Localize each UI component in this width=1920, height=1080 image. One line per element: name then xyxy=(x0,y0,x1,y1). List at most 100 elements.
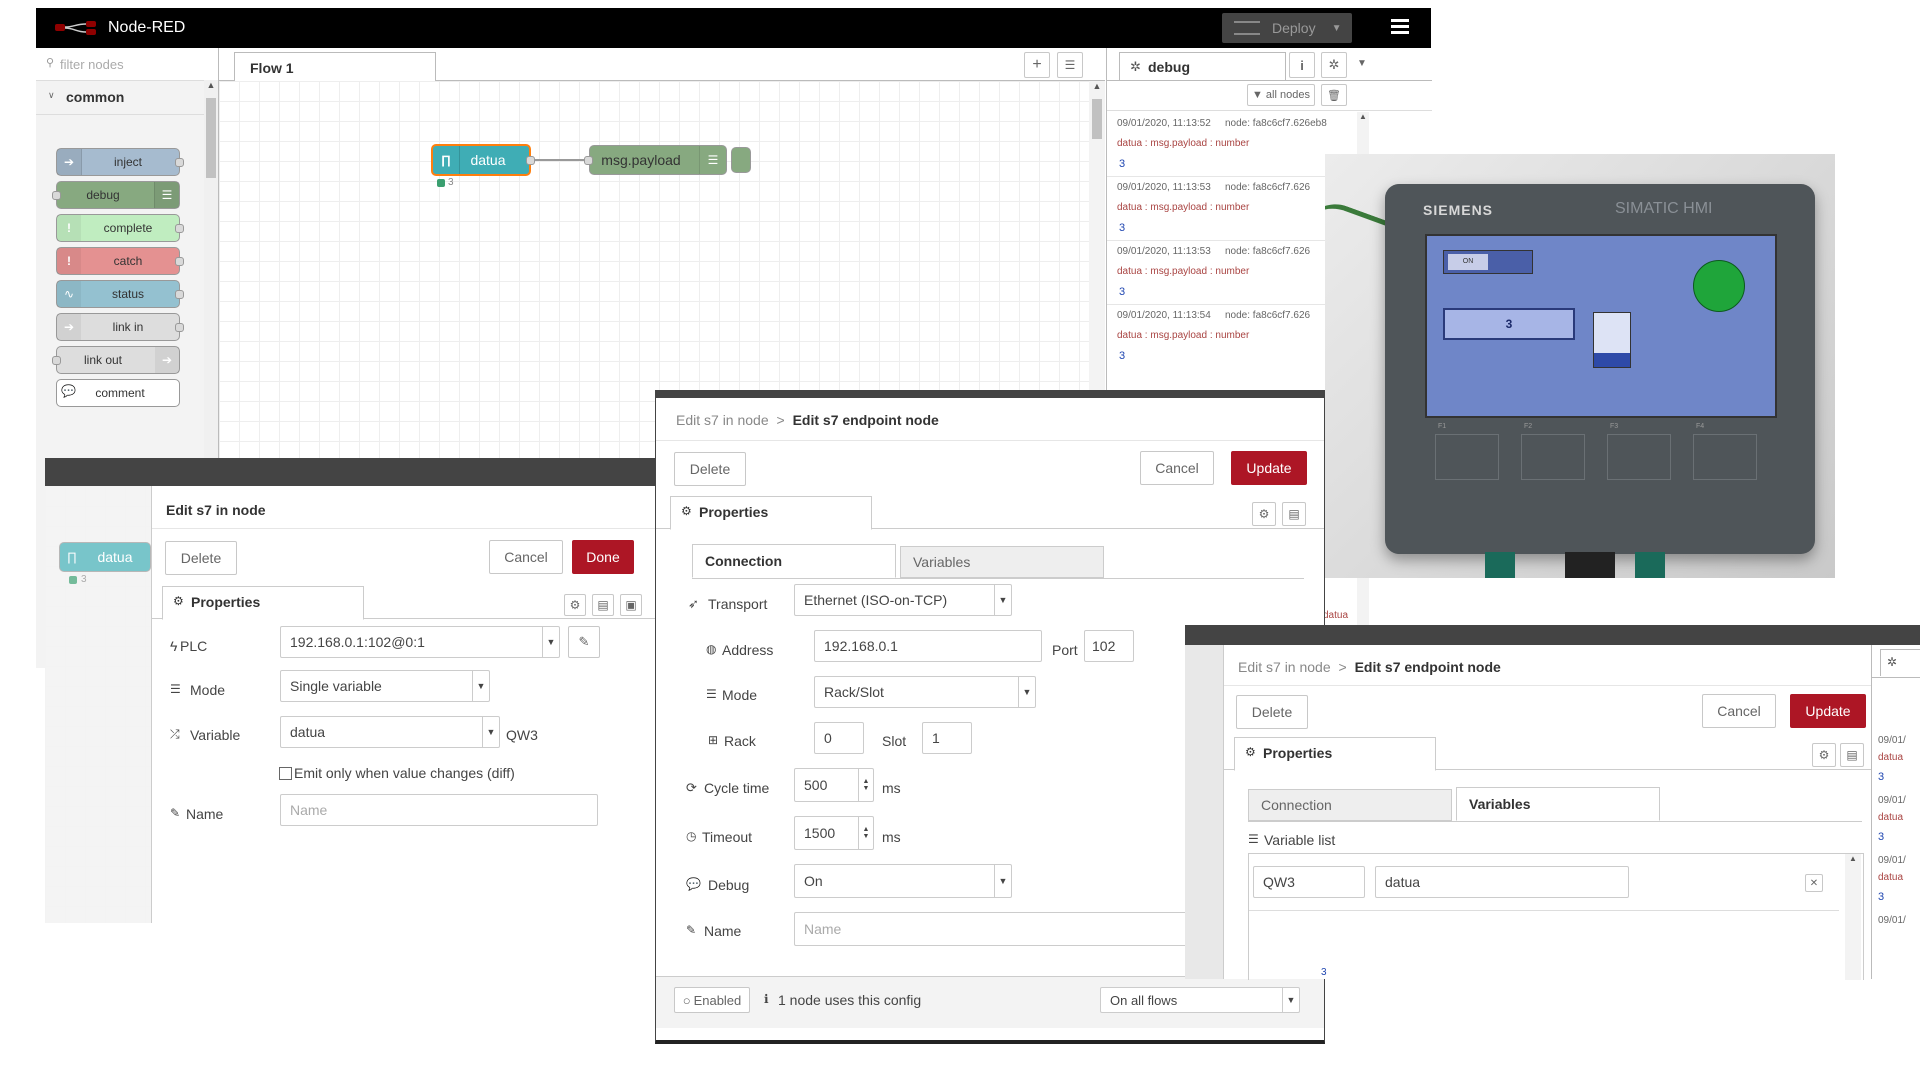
flow-list-button[interactable]: ☰ xyxy=(1057,52,1083,78)
debug-node-id: node: fa8c6cf7.626eb8 xyxy=(1225,118,1327,129)
mode-select[interactable]: Single variable ▼ xyxy=(280,670,490,702)
debug-tab[interactable]: ✲ debug xyxy=(1119,52,1286,81)
remove-variable-button[interactable]: ✕ xyxy=(1805,874,1823,892)
delete-button[interactable]: Delete xyxy=(165,541,237,575)
tray-title: Edit s7 in node xyxy=(166,502,266,518)
delete-button[interactable]: Delete xyxy=(674,452,746,486)
cycle-time-spinner[interactable]: 500 ▲ ▼ xyxy=(794,768,874,802)
scroll-up-icon[interactable]: ▲ xyxy=(1089,81,1105,91)
node-status-dot xyxy=(437,179,445,187)
palette-node-status[interactable]: ∿ status xyxy=(56,280,184,308)
tab-connection[interactable]: Connection xyxy=(1248,789,1452,821)
debug-message[interactable]: 09/01/2020, 11:13:52 node: fa8c6cf7.626e… xyxy=(1107,118,1327,176)
variable-address-input[interactable]: QW3 xyxy=(1253,866,1365,898)
add-flow-button[interactable]: + xyxy=(1024,52,1050,78)
palette-node-complete[interactable]: ! complete xyxy=(56,214,184,242)
flow-node-debug[interactable]: msg.payload ☰ xyxy=(584,145,727,175)
enabled-toggle[interactable]: ○ Enabled xyxy=(674,987,750,1013)
gear-icon: ⚙ xyxy=(681,504,692,518)
hmi-key-f4: F4 xyxy=(1693,423,1757,480)
description-icon-button[interactable]: ▤ xyxy=(1282,502,1306,526)
timeout-value: 1500 xyxy=(804,825,836,841)
palette-node-inject[interactable]: ➔ inject xyxy=(56,148,184,176)
cancel-button[interactable]: Cancel xyxy=(1140,451,1214,485)
deploy-button[interactable]: Deploy ▼ xyxy=(1222,13,1352,43)
debug-message[interactable]: 09/01/2020, 11:13:53 node: fa8c6cf7.626 … xyxy=(1107,182,1317,240)
scroll-up-icon[interactable]: ▲ xyxy=(204,80,218,90)
description-icon-button[interactable]: ▤ xyxy=(592,594,614,616)
node-status-dot xyxy=(69,576,77,584)
palette-node-label: debug xyxy=(86,188,120,202)
variable-select[interactable]: datua ▼ xyxy=(280,716,500,748)
palette-node-label: status xyxy=(111,287,144,301)
chevron-down-icon[interactable]: ▼ xyxy=(1332,23,1342,34)
filter-icon: ▼ xyxy=(1252,89,1263,101)
properties-tab[interactable]: ⚙ Properties xyxy=(1234,737,1436,771)
info-button[interactable]: i xyxy=(1289,52,1315,78)
scope-value: On all flows xyxy=(1110,992,1178,1008)
sidebar-menu-chevron-icon[interactable]: ▼ xyxy=(1357,58,1367,69)
variable-list-label: Variable list xyxy=(1264,832,1336,848)
breadcrumb-parent[interactable]: Edit s7 in node xyxy=(1238,659,1331,675)
filter-nodes[interactable]: ⚲ filter nodes xyxy=(36,48,218,81)
debug-value: 3 xyxy=(1119,158,1126,170)
debug-node-id: node: fa8c6cf7.626 xyxy=(1225,182,1311,193)
all-nodes-filter-button[interactable]: ▼ all nodes xyxy=(1247,84,1315,106)
scroll-up-icon[interactable]: ▲ xyxy=(1845,854,1861,863)
edit-plc-button[interactable]: ✎ xyxy=(568,626,600,658)
mode-select[interactable]: Rack/Slot ▼ xyxy=(814,676,1036,708)
update-button[interactable]: Update xyxy=(1231,451,1307,485)
diff-checkbox[interactable] xyxy=(279,767,292,780)
clear-debug-button[interactable]: 🗑 xyxy=(1321,84,1347,106)
palette-node-debug[interactable]: debug ☰ xyxy=(52,181,180,209)
shuffle-icon: ⤮ xyxy=(170,727,180,741)
timeout-spinner[interactable]: 1500 ▲ ▼ xyxy=(794,816,874,850)
debug-toggle-button[interactable] xyxy=(731,147,751,173)
scroll-up-icon[interactable]: ▲ xyxy=(1357,112,1369,121)
cancel-button[interactable]: Cancel xyxy=(489,540,563,574)
slot-input[interactable]: 1 xyxy=(922,722,972,754)
scope-select[interactable]: On all flows ▼ xyxy=(1100,987,1300,1013)
port-input[interactable]: 102 xyxy=(1084,630,1134,662)
debug-message[interactable]: 09/01/2020, 11:13:53 node: fa8c6cf7.626 … xyxy=(1107,246,1317,304)
spinner-arrows-icon[interactable]: ▲ ▼ xyxy=(858,769,873,801)
rack-input[interactable]: 0 xyxy=(814,722,864,754)
name-input[interactable]: Name xyxy=(280,794,598,826)
menu-icon[interactable] xyxy=(1391,19,1409,35)
properties-tab[interactable]: ⚙ Properties xyxy=(162,586,364,620)
delete-button[interactable]: Delete xyxy=(1236,695,1308,729)
breadcrumb: Edit s7 in node > Edit s7 endpoint node xyxy=(676,412,939,428)
debug-select[interactable]: On ▼ xyxy=(794,864,1012,898)
palette-node-comment[interactable]: 💬 comment xyxy=(56,379,180,407)
tab-variables[interactable]: Variables xyxy=(1456,787,1660,821)
palette-category[interactable]: ∨ common xyxy=(36,80,204,115)
address-input[interactable]: 192.168.0.1 xyxy=(814,630,1042,662)
tab-connection[interactable]: Connection xyxy=(692,544,896,578)
palette-node-link-in[interactable]: ➔ link in xyxy=(56,313,184,341)
variable-name-input[interactable]: datua xyxy=(1375,866,1629,898)
description-icon-button[interactable]: ▤ xyxy=(1840,743,1864,767)
settings-icon-button[interactable]: ⚙ xyxy=(1252,502,1276,526)
palette-node-link-out[interactable]: link out ➔ xyxy=(52,346,180,374)
tab-flow-1[interactable]: Flow 1 xyxy=(234,52,436,81)
breadcrumb-parent[interactable]: Edit s7 in node xyxy=(676,412,769,428)
refresh-icon: ⟳ xyxy=(686,780,697,795)
settings-icon-button[interactable]: ⚙ xyxy=(1812,743,1836,767)
variable-list-scrollbar[interactable]: ▲ xyxy=(1845,854,1861,980)
appearance-icon-button[interactable]: ▣ xyxy=(620,594,642,616)
hmi-model: SIMATIC HMI xyxy=(1615,200,1713,217)
settings-icon-button[interactable]: ⚙ xyxy=(564,594,586,616)
debug-message[interactable]: 09/01/2020, 11:13:54 node: fa8c6cf7.626 … xyxy=(1107,310,1317,368)
transport-select[interactable]: Ethernet (ISO-on-TCP) ▼ xyxy=(794,584,1012,616)
debug-button[interactable]: ✲ xyxy=(1321,52,1347,78)
spinner-arrows-icon[interactable]: ▲ ▼ xyxy=(858,817,873,849)
update-button[interactable]: Update xyxy=(1790,694,1866,728)
flow-node-s7-in[interactable]: ∏ datua xyxy=(431,144,535,176)
done-button[interactable]: Done xyxy=(572,540,634,574)
palette-node-catch[interactable]: ! catch xyxy=(56,247,184,275)
plc-select[interactable]: 192.168.0.1:102@0:1 ▼ xyxy=(280,626,560,658)
properties-tab[interactable]: ⚙ Properties xyxy=(670,496,872,530)
variable-value: datua xyxy=(290,724,326,740)
tab-variables[interactable]: Variables xyxy=(900,546,1104,578)
cancel-button[interactable]: Cancel xyxy=(1702,694,1776,728)
